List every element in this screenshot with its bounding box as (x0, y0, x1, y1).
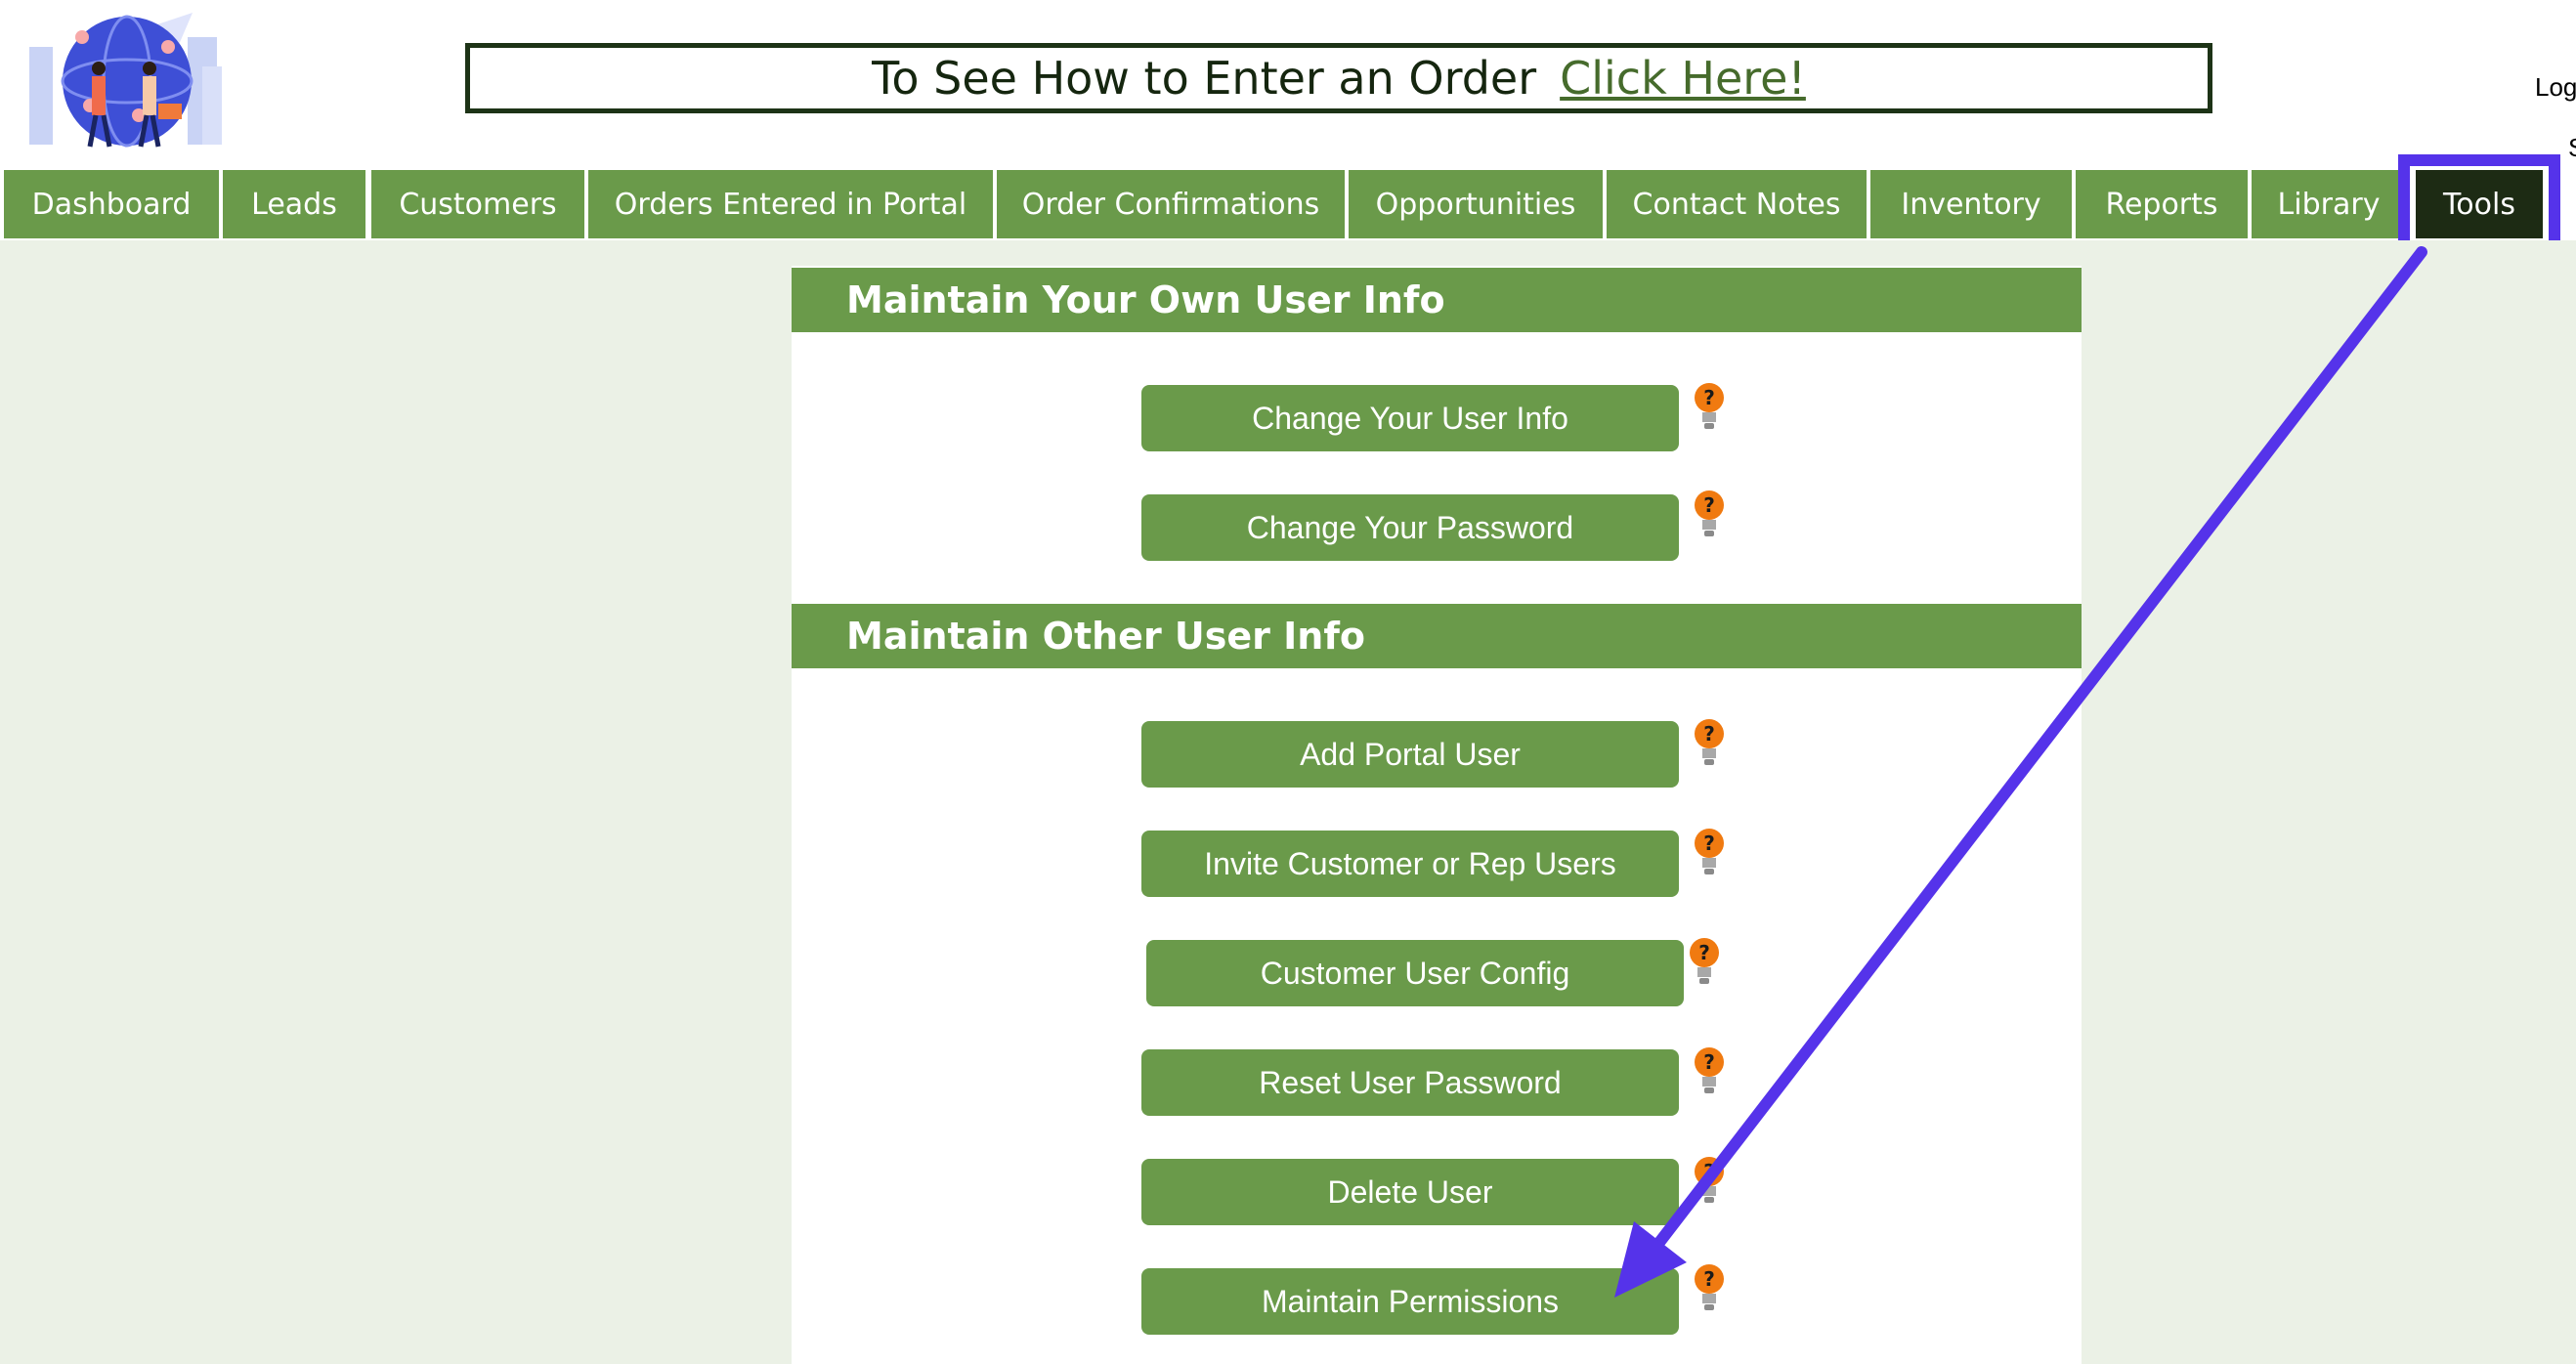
svg-text:?: ? (1703, 1050, 1715, 1074)
section-header-other-user-info: Maintain Other User Info (792, 604, 2082, 668)
main-nav: Dashboard Leads Customers Orders Entered… (0, 166, 2576, 240)
nav-reports[interactable]: Reports (2076, 170, 2248, 238)
nav-dashboard[interactable]: Dashboard (4, 170, 219, 238)
top-header: To See How to Enter an Order Click Here!… (0, 0, 2576, 164)
section-header-own-user-info: Maintain Your Own User Info (792, 268, 2082, 332)
nav-inventory[interactable]: Inventory (1870, 170, 2072, 238)
nav-library[interactable]: Library (2252, 170, 2406, 238)
svg-text:?: ? (1703, 386, 1715, 409)
svg-text:?: ? (1703, 1160, 1715, 1183)
help-lightbulb-icon[interactable]: ? (1693, 1045, 1726, 1096)
nav-opportunities[interactable]: Opportunities (1349, 170, 1603, 238)
help-lightbulb-icon[interactable]: ? (1693, 1155, 1726, 1206)
help-lightbulb-icon[interactable]: ? (1693, 489, 1726, 539)
header-small-link[interactable]: S (2568, 133, 2576, 163)
maintain-permissions-button[interactable]: Maintain Permissions (1141, 1268, 1679, 1335)
reset-user-password-button[interactable]: Reset User Password (1141, 1049, 1679, 1116)
nav-order-confirmations[interactable]: Order Confirmations (997, 170, 1345, 238)
svg-text:?: ? (1703, 831, 1715, 855)
change-password-button[interactable]: Change Your Password (1141, 494, 1679, 561)
svg-text:?: ? (1703, 722, 1715, 746)
help-lightbulb-icon[interactable]: ? (1693, 381, 1726, 432)
help-lightbulb-icon[interactable]: ? (1688, 936, 1721, 987)
nav-orders-entered-in-portal[interactable]: Orders Entered in Portal (588, 170, 993, 238)
change-user-info-button[interactable]: Change Your User Info (1141, 385, 1679, 451)
svg-text:?: ? (1698, 941, 1710, 964)
svg-text:?: ? (1703, 1267, 1715, 1291)
click-here-link[interactable]: Click Here! (1560, 52, 1806, 105)
add-portal-user-button[interactable]: Add Portal User (1141, 721, 1679, 788)
help-lightbulb-icon[interactable]: ? (1693, 717, 1726, 768)
help-lightbulb-icon[interactable]: ? (1693, 1262, 1726, 1313)
nav-leads[interactable]: Leads (223, 170, 365, 238)
invite-customer-rep-users-button[interactable]: Invite Customer or Rep Users (1141, 831, 1679, 897)
nav-customers[interactable]: Customers (371, 170, 584, 238)
svg-text:?: ? (1703, 493, 1715, 517)
banner-text: To See How to Enter an Order (872, 52, 1537, 105)
help-lightbulb-icon[interactable]: ? (1693, 827, 1726, 877)
nav-tools[interactable]: Tools (2416, 170, 2543, 238)
customer-user-config-button[interactable]: Customer User Config (1146, 940, 1684, 1006)
delete-user-button[interactable]: Delete User (1141, 1159, 1679, 1225)
logout-link[interactable]: Log (2535, 72, 2576, 103)
nav-contact-notes[interactable]: Contact Notes (1607, 170, 1867, 238)
logo-icon[interactable] (21, 8, 233, 154)
order-help-banner: To See How to Enter an Order Click Here! (465, 43, 2212, 113)
